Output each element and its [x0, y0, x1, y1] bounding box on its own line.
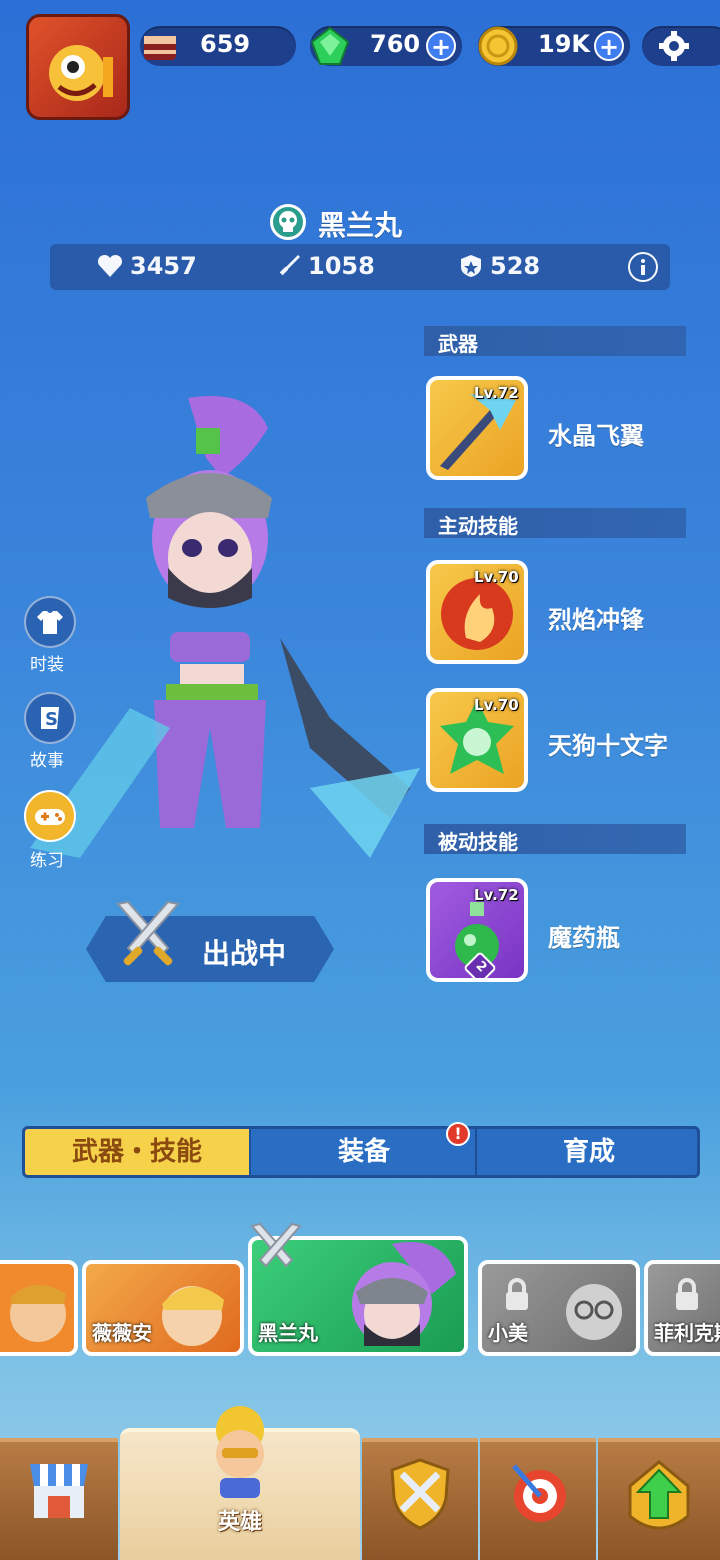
active-skill-1-level: Lv.70	[474, 568, 519, 586]
hero-card-name: 黑兰丸	[258, 1321, 318, 1345]
passive-skill-section-title: 被动技能	[438, 830, 518, 854]
hero-card[interactable]: 薇薇安	[82, 1260, 244, 1356]
target-dart-icon	[512, 1464, 566, 1522]
add-coins-button[interactable]: +	[594, 31, 624, 61]
gamepad-icon	[35, 809, 65, 825]
hero-tabs: 武器・技能 装备 育成	[22, 1126, 700, 1178]
practice-label: 练习	[30, 851, 64, 871]
lock-icon	[676, 1278, 698, 1310]
nav-challenge[interactable]: 挑战	[480, 1438, 596, 1560]
crossed-swords-icon	[116, 900, 180, 966]
hero-card-name: 薇薇安	[92, 1321, 152, 1345]
shop-stall-icon	[30, 1464, 88, 1518]
health-stat: 3457	[96, 252, 197, 280]
story-label: 故事	[30, 751, 64, 771]
nav-shop[interactable]: 商店	[0, 1438, 118, 1560]
nav-upgrade[interactable]: 升级	[598, 1438, 720, 1560]
active-skill-1-name: 烈焰冲锋	[548, 606, 644, 634]
deployed-swords-icon	[250, 1222, 302, 1268]
add-gems-button[interactable]: +	[426, 31, 456, 61]
gear-icon	[659, 31, 689, 61]
currency-gems: 760 +	[310, 26, 462, 66]
weapon-section-title: 武器	[438, 332, 478, 356]
costume-label: 时装	[30, 655, 64, 675]
hero-card-partial[interactable]	[0, 1260, 78, 1356]
currency-coins: 19K +	[478, 26, 630, 66]
deploy-status-label: 出战中	[202, 937, 287, 970]
coin-count: 19K	[538, 30, 590, 58]
cake-ticket-icon	[144, 36, 176, 60]
shield-icon	[461, 255, 481, 277]
active-skill-section-header: 主动技能	[424, 508, 686, 538]
hero-name: 黑兰丸	[318, 209, 403, 242]
ticket-count: 659	[200, 30, 251, 58]
avatar-face-icon	[49, 45, 113, 101]
weapon-level: Lv.72	[474, 384, 519, 402]
hero-card-name: 菲利克斯	[654, 1321, 720, 1345]
battle-shield-icon	[390, 1458, 450, 1530]
passive-skill-level: Lv.72	[474, 886, 519, 904]
tab-equipment[interactable]: 装备	[249, 1129, 477, 1175]
defense-value: 528	[490, 252, 541, 280]
settings-button[interactable]	[642, 26, 720, 66]
sword-icon	[279, 255, 300, 276]
costume-button[interactable]	[24, 596, 76, 648]
player-avatar[interactable]	[26, 14, 130, 120]
hero-stats-bar: 3457 1058 528	[50, 244, 670, 290]
hero-card-locked[interactable]: 菲利克斯	[644, 1260, 720, 1356]
green-gem-icon	[310, 26, 350, 65]
nav-battle[interactable]: 战斗	[362, 1438, 478, 1560]
practice-button[interactable]	[24, 790, 76, 842]
upgrade-arrow-icon	[628, 1460, 690, 1530]
gem-count: 760	[370, 30, 421, 58]
tab-weapon-skill[interactable]: 武器・技能	[25, 1129, 249, 1175]
active-skill-2-level: Lv.70	[474, 696, 519, 714]
hero-avatar-icon	[216, 1406, 264, 1498]
passive-skill-slot[interactable]: Lv.72 2	[426, 878, 528, 982]
story-button[interactable]: S	[24, 692, 76, 744]
passive-skill-name: 魔药瓶	[548, 924, 620, 952]
health-value: 3457	[130, 252, 197, 280]
heart-icon	[97, 254, 123, 277]
active-skill-section-title: 主动技能	[438, 514, 518, 538]
attack-value: 1058	[308, 252, 375, 280]
passive-skill-section-header: 被动技能	[424, 824, 686, 854]
weapon-name: 水晶飞翼	[548, 422, 644, 450]
hero-portrait	[10, 1284, 66, 1342]
hero-portrait	[162, 1286, 224, 1346]
active-skill-2-name: 天狗十文字	[548, 732, 668, 760]
info-icon	[641, 259, 645, 275]
nav-hero-label: 英雄	[218, 1510, 263, 1535]
equipment-alert-badge: !	[446, 1122, 470, 1146]
hero-card-name: 小美	[488, 1321, 528, 1345]
active-skill-slot-1[interactable]: Lv.70	[426, 560, 528, 664]
nav-hero[interactable]: 英雄	[120, 1406, 360, 1560]
lock-icon	[506, 1278, 528, 1310]
shirt-icon	[37, 611, 63, 634]
currency-ticket: 659	[140, 26, 296, 66]
svg-text:S: S	[45, 709, 58, 730]
hero-portrait	[352, 1242, 456, 1346]
tab-growth[interactable]: 育成	[475, 1129, 697, 1175]
active-skill-slot-2[interactable]: Lv.70	[426, 688, 528, 792]
hero-card-locked[interactable]: 小美	[478, 1260, 640, 1356]
weapon-slot[interactable]: Lv.72	[426, 376, 528, 480]
hero-portrait	[566, 1284, 622, 1340]
weapon-section-header: 武器	[424, 326, 686, 356]
defense-stat: 528	[458, 252, 540, 280]
gold-coin-icon	[478, 26, 518, 66]
scroll-icon: S	[41, 707, 59, 730]
info-button[interactable]	[628, 252, 658, 282]
hero-class-badge	[270, 204, 306, 240]
skull-icon	[279, 211, 297, 232]
attack-stat: 1058	[276, 252, 375, 280]
